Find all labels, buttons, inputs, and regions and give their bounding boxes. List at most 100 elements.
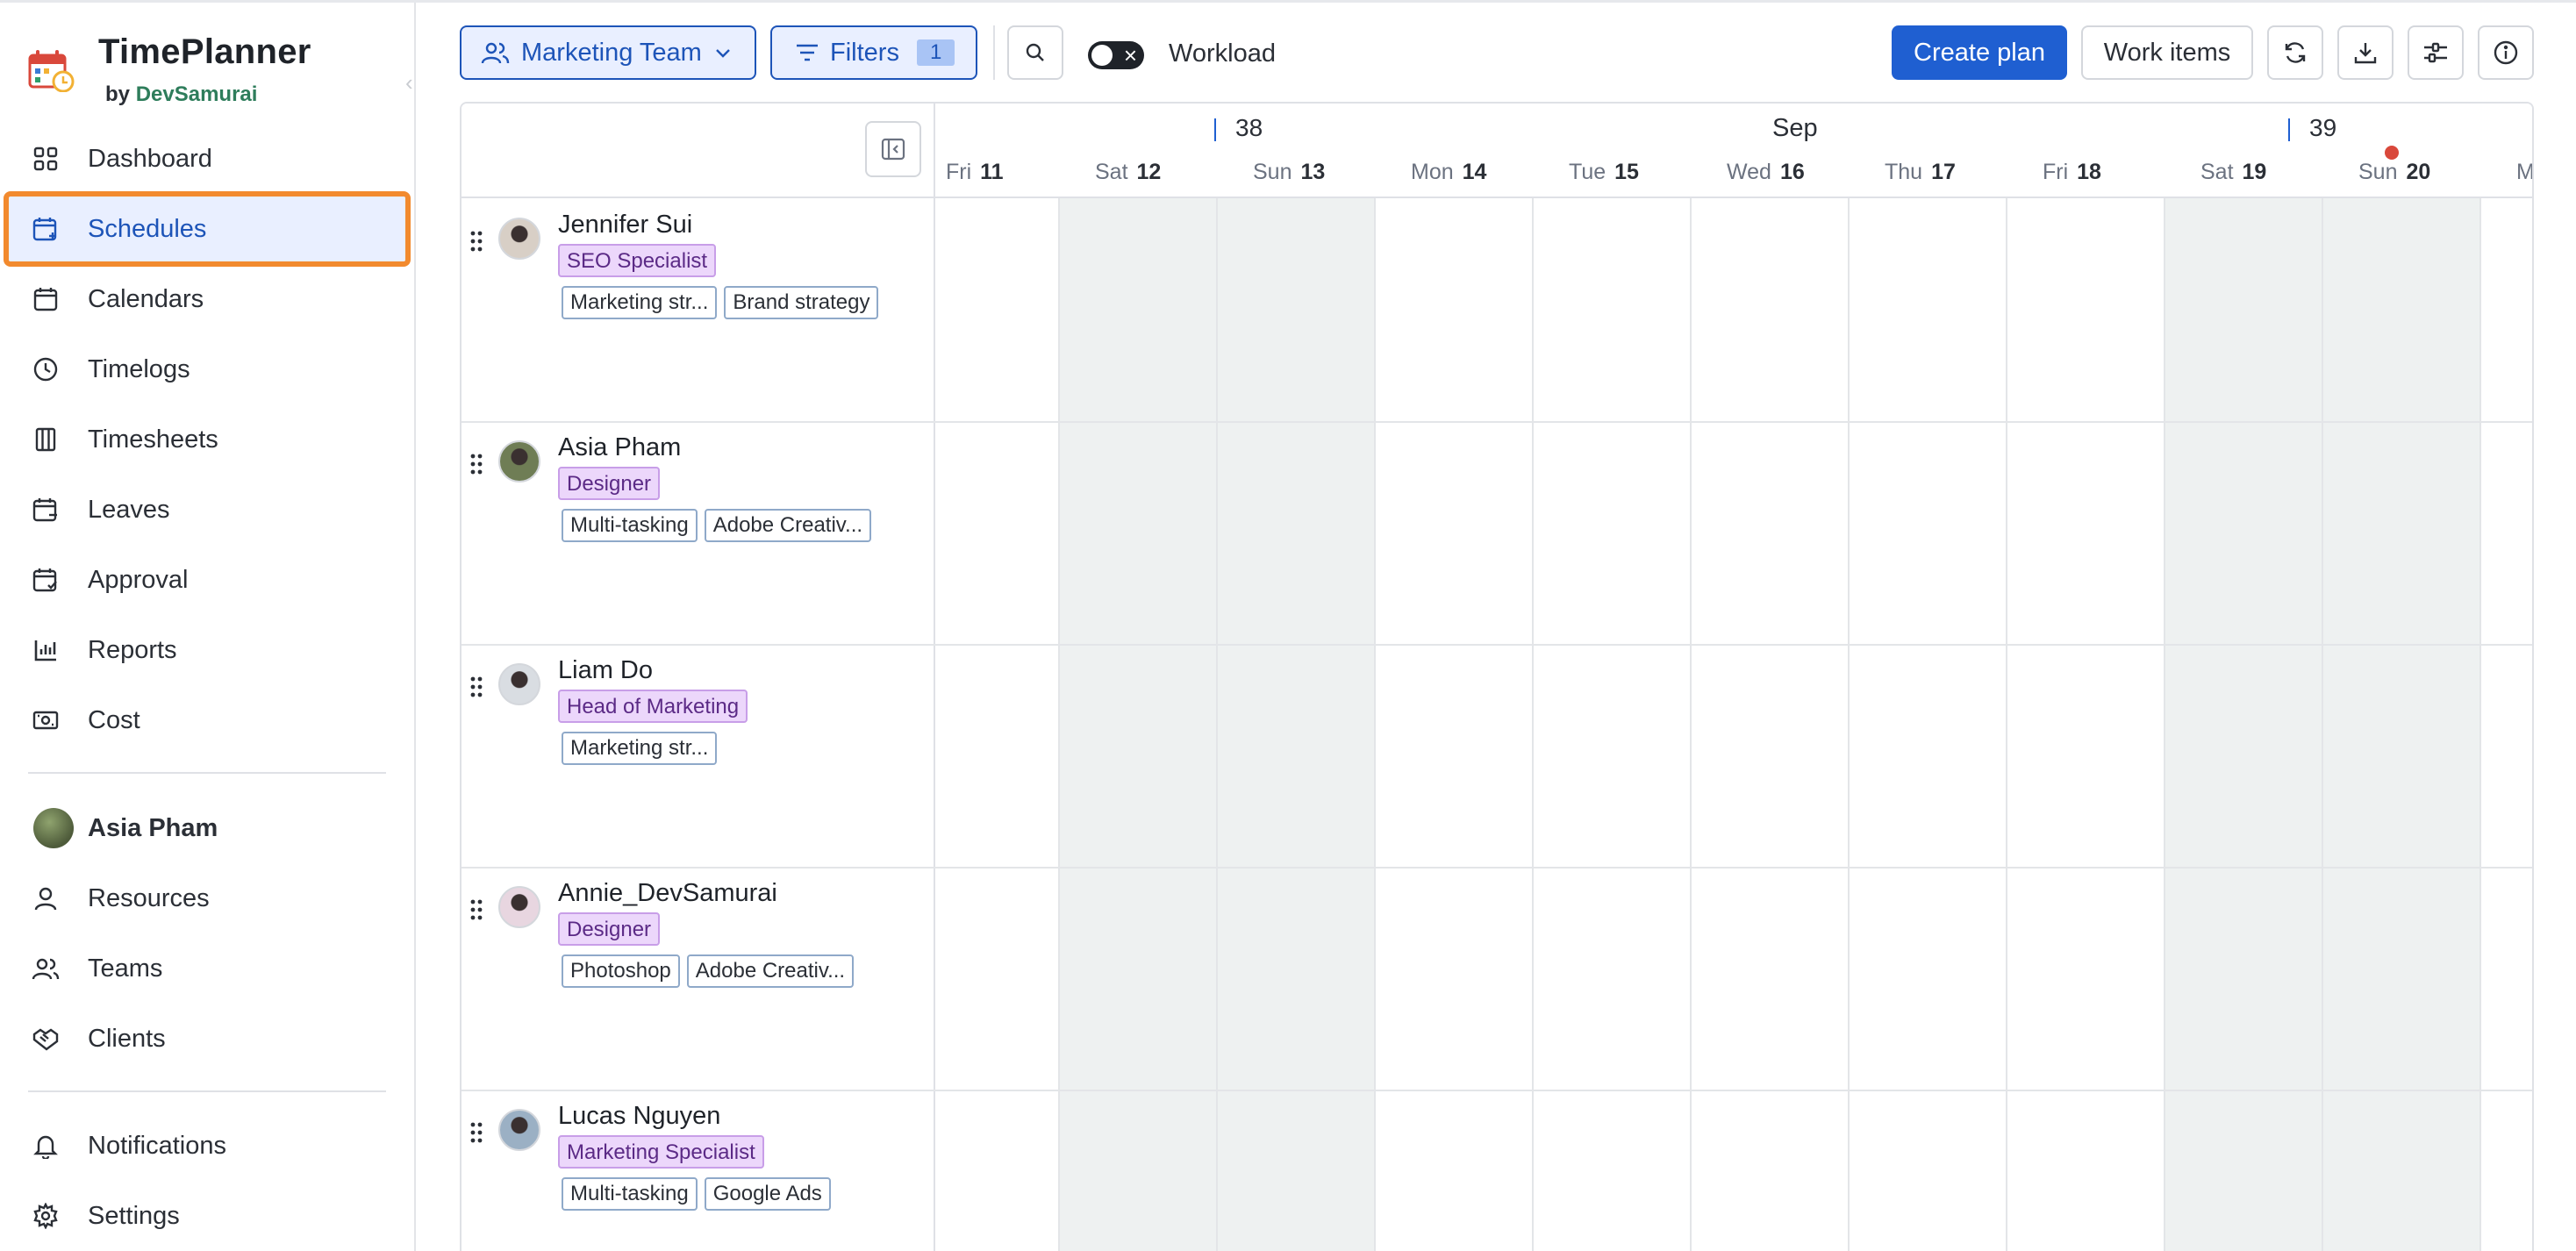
- sidebar-item-approval[interactable]: Approval: [9, 547, 405, 612]
- day-column[interactable]: [1692, 198, 1850, 1251]
- info-icon: [2494, 40, 2518, 65]
- skill-tags: Multi-tasking Adobe Creativ...: [562, 509, 872, 542]
- resource-list: Jennifer Sui SEO Specialist Marketing str.…: [462, 198, 935, 1251]
- bar-chart-icon: [28, 633, 63, 668]
- sidebar: TimePlanner by DevSamurai ‹ Dashboard Sc…: [0, 3, 416, 1251]
- refresh-button[interactable]: [2267, 25, 2323, 80]
- drag-handle-icon[interactable]: [470, 676, 483, 698]
- week-number-label: 38: [1235, 114, 1263, 141]
- resource-name[interactable]: Jennifer Sui: [558, 211, 692, 239]
- day-header: Sun 20: [2358, 160, 2430, 185]
- skill-tags: Marketing str... Brand strategy: [562, 286, 879, 319]
- resource-name[interactable]: Liam Do: [558, 656, 653, 685]
- toolbar-divider: [993, 25, 995, 80]
- day-number: 13: [1300, 160, 1326, 184]
- day-column[interactable]: [1534, 198, 1692, 1251]
- day-column[interactable]: [2007, 198, 2165, 1251]
- sidebar-item-dashboard[interactable]: Dashboard: [9, 126, 405, 191]
- week-number-label: 39: [2309, 114, 2337, 141]
- avatar: [33, 808, 74, 848]
- sidebar-item-label: Reports: [88, 635, 177, 664]
- skill-tags: Photoshop Adobe Creativ...: [562, 954, 855, 988]
- resource-name[interactable]: Asia Pham: [558, 433, 681, 462]
- sidebar-user[interactable]: Asia Pham: [9, 796, 405, 861]
- today-marker: [2385, 146, 2399, 160]
- sidebar-item-settings[interactable]: Settings: [9, 1183, 405, 1248]
- row-divider: [462, 644, 2532, 646]
- day-column[interactable]: [2481, 198, 2532, 1251]
- download-button[interactable]: [2337, 25, 2394, 80]
- sidebar-item-timesheets[interactable]: Timesheets: [9, 407, 405, 472]
- day-column[interactable]: [1376, 198, 1534, 1251]
- resource-panel-header: [462, 104, 935, 198]
- sidebar-item-label: Timesheets: [88, 425, 218, 454]
- team-select-button[interactable]: Marketing Team: [460, 25, 756, 80]
- drag-handle-icon[interactable]: [470, 898, 483, 921]
- drag-handle-icon[interactable]: [470, 230, 483, 253]
- resource-row[interactable]: Asia Pham Designer Multi-tasking Adobe Crea…: [462, 421, 935, 644]
- week-number: 39: [2288, 114, 2336, 142]
- search-button[interactable]: [1007, 25, 1063, 80]
- collapse-panel-button[interactable]: [865, 121, 921, 177]
- sidebar-item-calendars[interactable]: Calendars: [9, 267, 405, 332]
- day-column[interactable]: [1060, 198, 1218, 1251]
- settings-sliders-button[interactable]: [2408, 25, 2464, 80]
- users-icon: [28, 951, 63, 986]
- calendar-leave-icon: [28, 492, 63, 527]
- sidebar-item-label: Cost: [88, 705, 140, 734]
- day-column[interactable]: [1218, 198, 1376, 1251]
- filters-button[interactable]: Filters 1: [770, 25, 977, 80]
- workload-toggle[interactable]: ×: [1088, 41, 1144, 69]
- drag-handle-icon[interactable]: [470, 1121, 483, 1144]
- day-header: Sat 12: [1095, 160, 1161, 185]
- sidebar-item-label: Approval: [88, 565, 189, 594]
- week-marker: [1214, 118, 1216, 141]
- sidebar-item-timelogs[interactable]: Timelogs: [9, 337, 405, 402]
- calendar-icon: [28, 282, 63, 317]
- sidebar-item-teams[interactable]: Teams: [9, 936, 405, 1001]
- resource-row[interactable]: Lucas Nguyen Marketing Specialist Multi-ta…: [462, 1090, 935, 1251]
- day-column[interactable]: [2165, 198, 2323, 1251]
- week-number: 38: [1214, 114, 1263, 142]
- drag-handle-icon[interactable]: [470, 453, 483, 475]
- skill-tag: Photoshop: [562, 954, 680, 988]
- day-number: 12: [1136, 160, 1162, 184]
- resource-row[interactable]: Jennifer Sui SEO Specialist Marketing str.…: [462, 198, 935, 421]
- resource-row[interactable]: Liam Do Head of Marketing Marketing str...: [462, 644, 935, 867]
- day-column[interactable]: [1850, 198, 2007, 1251]
- calendar-cells: [935, 198, 2532, 1251]
- resource-name[interactable]: Annie_DevSamurai: [558, 879, 777, 908]
- resource-row[interactable]: Annie_DevSamurai Designer Photoshop Adobe C…: [462, 867, 935, 1090]
- sidebar-item-reports[interactable]: Reports: [9, 618, 405, 683]
- filters-count-badge: 1: [916, 39, 955, 66]
- sidebar-item-schedules[interactable]: Schedules: [4, 191, 411, 267]
- sidebar-divider: [28, 1090, 386, 1092]
- skill-tag: Marketing str...: [562, 286, 718, 319]
- day-of-week: M: [2516, 160, 2534, 184]
- day-header: Mon 14: [1411, 160, 1486, 185]
- sliders-icon: [2424, 42, 2447, 63]
- work-items-button[interactable]: Work items: [2081, 25, 2253, 80]
- sidebar-item-resources[interactable]: Resources: [9, 866, 405, 931]
- skill-tags: Marketing str...: [562, 732, 718, 765]
- skill-tag: Marketing str...: [562, 732, 718, 765]
- users-icon: [481, 42, 510, 64]
- sidebar-item-leaves[interactable]: Leaves: [9, 477, 405, 542]
- month-label: Sep: [1772, 114, 1818, 142]
- create-plan-button[interactable]: Create plan: [1892, 25, 2067, 80]
- resource-name[interactable]: Lucas Nguyen: [558, 1102, 720, 1131]
- sidebar-item-clients[interactable]: Clients: [9, 1006, 405, 1071]
- gear-icon: [28, 1198, 63, 1233]
- avatar: [498, 440, 540, 483]
- collapse-sidebar-icon[interactable]: ‹: [405, 69, 413, 97]
- close-icon: ×: [1123, 42, 1137, 68]
- day-column[interactable]: [935, 198, 1060, 1251]
- day-number: 11: [980, 160, 1004, 184]
- info-button[interactable]: [2478, 25, 2534, 80]
- refresh-icon: [2285, 42, 2306, 63]
- day-column[interactable]: [2323, 198, 2481, 1251]
- week-marker: [2288, 118, 2290, 141]
- search-icon: [1026, 43, 1044, 61]
- sidebar-item-notifications[interactable]: Notifications: [9, 1113, 405, 1178]
- sidebar-item-cost[interactable]: Cost: [9, 688, 405, 753]
